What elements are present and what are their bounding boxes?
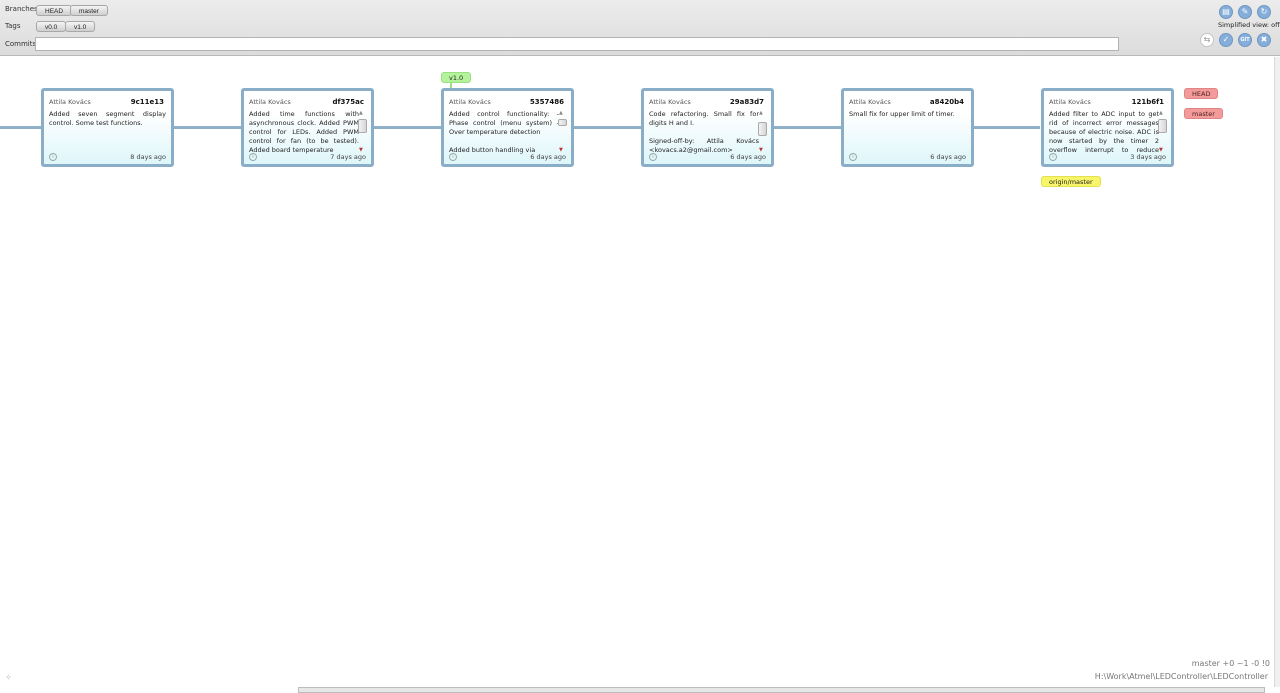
branch-head-label[interactable]: HEAD [1184,88,1219,99]
commit-card-29a83d7[interactable]: Attila Kovács 29a83d7 Code refactoring. … [641,88,774,167]
scroll-thumb[interactable] [558,119,567,126]
commit-card-9c11e13[interactable]: Attila Kovács 9c11e13 Added seven segmen… [41,88,174,167]
message-scrollbar[interactable]: ▲ ▼ [358,110,367,153]
commit-hash: 29a83d7 [729,98,764,106]
vertical-scrollbar[interactable] [1274,57,1280,687]
message-scrollbar[interactable]: ▲ ▼ [558,110,567,153]
remote-origin-master-label[interactable]: origin/master [1041,176,1101,187]
tags-label: Tags [5,22,21,30]
commit-date: 7 days ago [330,153,366,161]
refresh-icon[interactable]: ↻ [1257,5,1271,19]
scroll-up-icon[interactable]: ▲ [1159,110,1163,116]
commit-date: 3 days ago [1130,153,1166,161]
commit-card-df375ac[interactable]: Attila Kovács df375ac Added time functio… [241,88,374,167]
commit-hash: df375ac [332,98,364,106]
pin-icon[interactable]: ✎ [1238,5,1252,19]
commit-message: Added filter to ADC input to get rid of … [1049,110,1159,154]
scroll-up-icon[interactable]: ▲ [559,110,563,116]
scroll-thumb[interactable] [758,122,767,136]
commit-graph: v1.0 Attila Kovács 9c11e13 Added seven s… [0,57,1274,687]
message-scrollbar[interactable]: ▲ ▼ [758,110,767,153]
message-scrollbar[interactable]: ▲ ▼ [1158,110,1167,153]
horizontal-scrollbar[interactable] [298,687,1265,693]
commit-message: Code refactoring. Small fix for digits H… [649,110,759,154]
commit-hash: 121b6f1 [1131,98,1164,106]
commit-hash: a8420b4 [929,98,964,106]
scroll-thumb[interactable] [1158,119,1167,133]
commit-message: Small fix for upper limit of timer. [849,110,955,118]
repo-status: master +0 ~1 -0 !0 [1191,659,1270,668]
branch-master-button[interactable]: master [70,5,108,16]
commits-input[interactable] [35,37,1119,51]
swap-icon[interactable]: ⇆ [1200,33,1214,47]
close-icon[interactable]: ✖ [1257,33,1271,47]
scroll-up-icon[interactable]: ▲ [759,110,763,116]
commits-label: Commits [5,40,37,48]
repo-path: H:\Work\Atmel\LEDController\LEDControlle… [1094,672,1268,681]
commit-author: Attila Kovács [49,98,91,106]
save-icon[interactable]: ▤ [1219,5,1233,19]
scroll-thumb[interactable] [358,119,367,133]
commit-card-a8420b4[interactable]: Attila Kovács a8420b4 Small fix for uppe… [841,88,974,167]
scroll-up-icon[interactable]: ▲ [359,110,363,116]
tag-v00-button[interactable]: v0.0 [36,21,67,32]
info-icon[interactable]: i [449,153,457,161]
commit-message: Added time functions with asynchronous c… [249,110,359,154]
tag-v10-label[interactable]: v1.0 [441,72,472,83]
commit-author: Attila Kovács [849,98,891,106]
simplified-view-toggle[interactable]: Simplified view: off [1218,21,1280,29]
commit-message: Added control functionality: - Phase con… [449,110,559,154]
toolbar: Branches HEAD master Tags v0.0 v1.0 Comm… [0,0,1280,56]
commit-date: 6 days ago [530,153,566,161]
git-icon[interactable]: GIT [1238,33,1252,47]
commit-date: 6 days ago [730,153,766,161]
info-icon[interactable]: i [249,153,257,161]
info-icon[interactable]: i [649,153,657,161]
info-icon[interactable]: i [849,153,857,161]
info-icon[interactable]: i [1049,153,1057,161]
settings-icon[interactable]: ✧ [5,673,12,682]
check-icon[interactable]: ✓ [1219,33,1233,47]
commit-hash: 5357486 [529,98,564,106]
tag-v10-button[interactable]: v1.0 [65,21,96,32]
commit-date: 6 days ago [930,153,966,161]
commit-author: Attila Kovács [649,98,691,106]
commit-card-121b6f1[interactable]: Attila Kovács 121b6f1 Added filter to AD… [1041,88,1174,167]
commit-hash: 9c11e13 [130,98,164,106]
branch-head-button[interactable]: HEAD [36,5,73,16]
info-icon[interactable]: i [49,153,57,161]
commit-date: 8 days ago [130,153,166,161]
branch-master-label[interactable]: master [1184,108,1223,119]
commit-author: Attila Kovács [1049,98,1091,106]
commit-author: Attila Kovács [449,98,491,106]
commit-message: Added seven segment display control. Som… [49,110,166,127]
branches-label: Branches [5,5,38,13]
commit-card-5357486[interactable]: Attila Kovács 5357486 Added control func… [441,88,574,167]
commit-author: Attila Kovács [249,98,291,106]
